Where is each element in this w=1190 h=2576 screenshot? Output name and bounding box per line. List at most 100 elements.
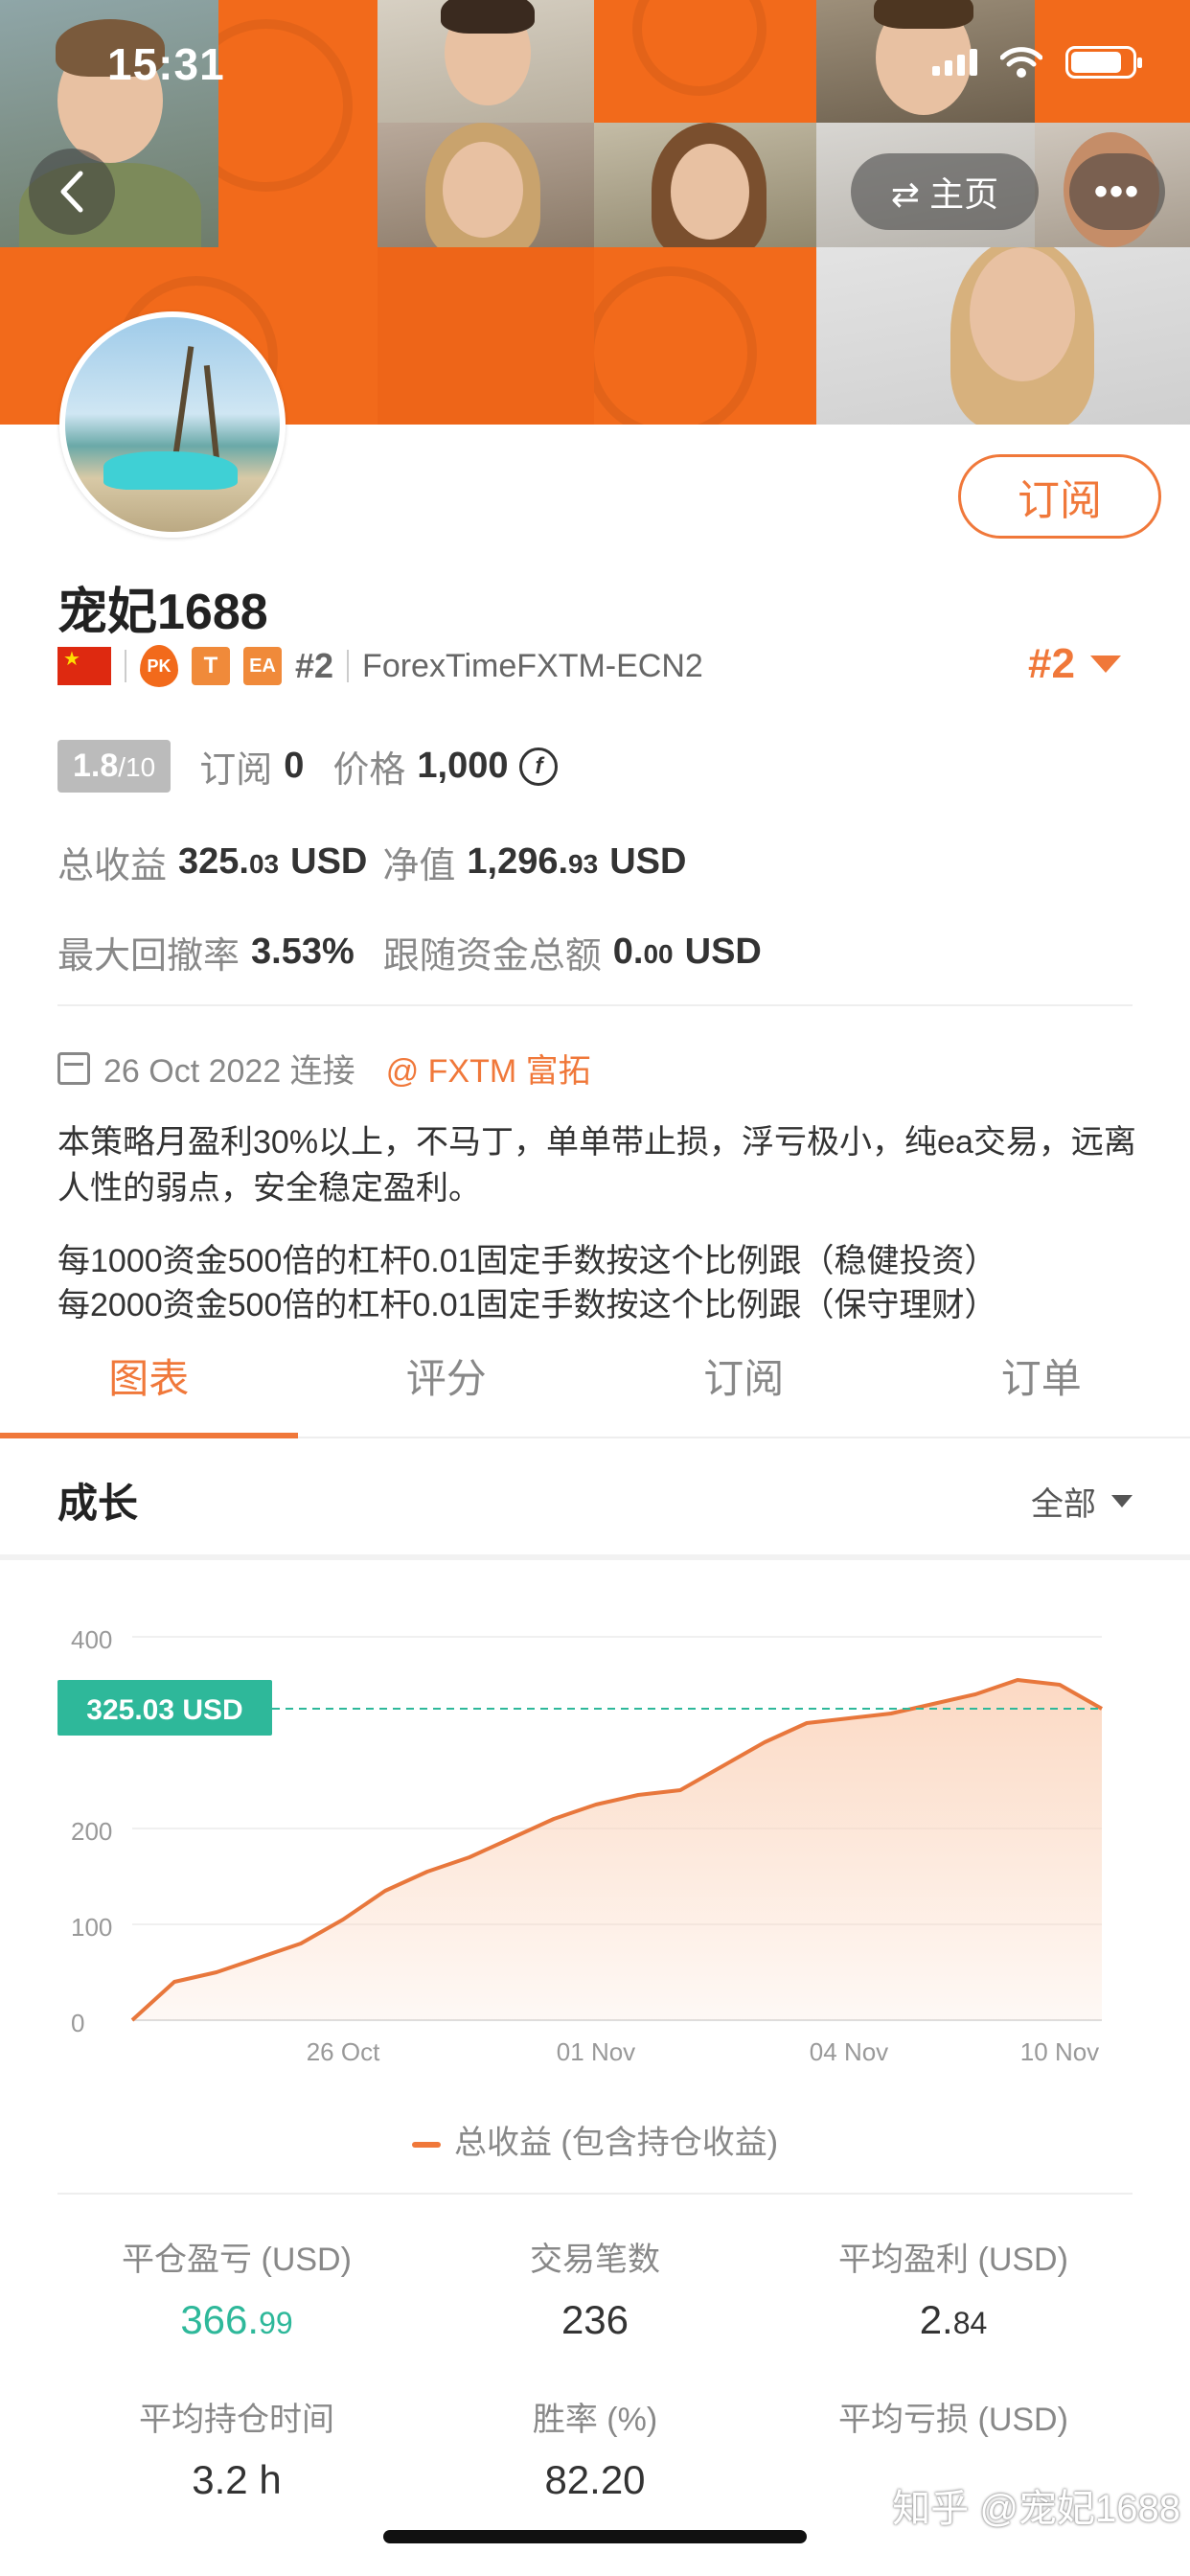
subscribe-count-label: 订阅 [199,750,273,791]
cover-pattern [594,0,816,123]
current-value-label: 325.03 USD [86,1694,242,1726]
total-profit-unit: USD [290,841,368,882]
broker-link[interactable]: @ FXTM 富拓 [386,1045,591,1092]
strategy-description: 本策略月盈利30%以上，不马丁，单单带止损，浮亏极小，纯ea交易，远离人性的弱点… [57,1124,1136,1207]
stat-win-rate: 胜率 (%) 82.20 [416,2393,774,2503]
pk-badge: PK [140,645,178,687]
score-row: 1.8/10 订阅 0 价格 1,000 f [57,740,559,793]
profit-row: 总收益 325.03 USD 净值 1,296.93 USD [57,836,686,888]
stat-label: 胜率 (%) [532,2402,658,2438]
stat-label: 平仓盈亏 (USD) [122,2242,352,2278]
chart-legend: 总收益 (包含持仓收益) [0,2116,1190,2163]
home-indicator[interactable] [383,2530,807,2543]
cover-photo [594,123,816,247]
x-tick-label: 01 Nov [557,2037,635,2066]
equity-unit: USD [609,841,687,882]
cover-photo [816,247,1190,425]
section-title: 成长 [57,1481,139,1526]
stats-grid: 平仓盈亏 (USD) 366.99 交易笔数 236 平均盈利 (USD) 2.… [57,2233,1133,2503]
x-tick-label: 10 Nov [1020,2037,1099,2066]
stat-avg-hold-time: 平均持仓时间 3.2 h [57,2393,416,2503]
stat-value: 366.99 [180,2297,293,2342]
battery-icon [1065,46,1142,79]
total-profit-label: 总收益 [57,846,168,886]
price-value: 1,000 [417,746,509,786]
price-label: 价格 [332,750,406,791]
tab-bar: 图表 评分 订阅 订单 [0,1337,1190,1438]
stat-label: 平均持仓时间 [139,2402,334,2438]
x-tick-label: 26 Oct [307,2037,380,2066]
stat-label: 平均盈利 (USD) [838,2242,1068,2278]
legend-label: 总收益 (包含持仓收益) [453,2125,779,2161]
ea-badge: EA [243,647,282,685]
drawdown-row: 最大回撤率 3.53% 跟随资金总额 0.00 USD [57,926,762,978]
triangle-down-icon [1090,656,1121,673]
stat-value: 82.20 [544,2457,646,2502]
tab-orders[interactable]: 订单 [893,1337,1190,1437]
cover-pattern [378,247,594,425]
divider [57,1004,1133,1006]
trader-name: 宠妃1688 [57,585,268,640]
stat-closed-pnl: 平仓盈亏 (USD) 366.99 [57,2233,416,2343]
rank-label: #2 [295,646,334,685]
x-tick-label: 04 Nov [810,2037,888,2066]
home-button[interactable]: ⇄ 主页 [851,153,1039,230]
range-label: 全部 [1031,1486,1096,1523]
stat-label: 交易笔数 [530,2242,660,2278]
total-profit-value: 325.03 [178,841,280,882]
rank-value: #2 [1028,640,1075,687]
cover-pattern [218,0,378,247]
stat-value: 236 [561,2297,629,2342]
follow-funds-label: 跟随资金总额 [382,936,602,977]
china-flag-icon [57,647,111,685]
score-max: /10 [118,752,156,782]
chevron-left-icon [60,171,83,213]
t-badge: T [192,647,230,685]
cover-photo [378,123,594,247]
subscribe-button[interactable]: 订阅 [958,454,1161,539]
section-divider [0,1554,1190,1560]
stat-value: 3.2 h [192,2457,282,2502]
y-tick-label: 0 [71,2009,84,2037]
follow-funds-unit: USD [684,932,762,972]
calendar-icon [57,1051,90,1085]
wifi-icon [1000,47,1042,78]
follow-funds-value: 0.00 [612,932,674,972]
strategy-rule-1: 每1000资金500倍的杠杆0.01固定手数按这个比例跟（稳健投资） [57,1243,997,1279]
strategy-rule-2: 每2000资金500倍的杠杆0.01固定手数按这个比例跟（保守理财） [57,1287,997,1323]
equity-label: 净值 [382,846,456,886]
equity-value: 1,296.93 [467,841,599,882]
back-button[interactable] [29,149,115,235]
stat-label: 平均亏损 (USD) [838,2402,1068,2438]
tab-chart[interactable]: 图表 [0,1337,298,1438]
score-value: 1.8 [73,748,119,784]
drawdown-label: 最大回撤率 [57,936,240,977]
tab-subscribe[interactable]: 订阅 [595,1337,893,1437]
score-badge: 1.8/10 [57,740,172,793]
badge-row: PK T EA #2 ForexTimeFXTM-ECN2 [57,642,703,690]
divider [57,2193,1133,2195]
more-icon: ••• [1093,170,1140,213]
cover-photo [378,0,594,123]
signal-icon [932,49,977,76]
stat-value: 2.84 [919,2297,988,2342]
watermark: 知乎 @宠妃1688 [892,2488,1180,2530]
broker-label: ForexTimeFXTM-ECN2 [362,647,703,684]
more-button[interactable]: ••• [1069,153,1165,230]
status-icons [932,46,1142,79]
stat-avg-profit: 平均盈利 (USD) 2.84 [774,2233,1133,2343]
tab-rating[interactable]: 评分 [298,1337,596,1437]
drawdown-value: 3.53% [251,932,355,972]
y-tick-label: 100 [71,1913,112,1942]
connection-row: 26 Oct 2022 连接 @ FXTM 富拓 [57,1045,591,1092]
stat-trade-count: 交易笔数 236 [416,2233,774,2343]
rank-dropdown[interactable]: #2 [1028,640,1121,688]
divider [347,650,350,682]
range-dropdown[interactable]: 全部 [1031,1478,1133,1525]
subscribe-count: 0 [284,746,305,786]
home-label: ⇄ 主页 [890,174,999,214]
avatar[interactable] [59,311,286,538]
connected-date: 26 Oct 2022 连接 [103,1053,355,1090]
divider [125,650,126,682]
coin-icon: f [519,747,559,786]
